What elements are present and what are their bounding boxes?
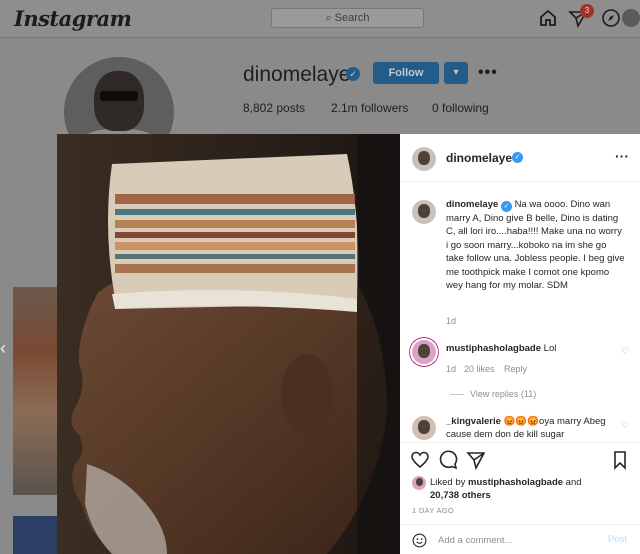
comment-1-time[interactable]: 1d	[446, 364, 456, 374]
comment-1-text: Lol	[543, 343, 557, 354]
share-paper-plane-icon[interactable]	[466, 450, 486, 470]
caption-time[interactable]: 1d	[446, 316, 456, 326]
add-comment-input[interactable]	[438, 533, 588, 548]
author-username[interactable]: dinomelaye	[446, 151, 512, 165]
comment-like-heart-icon[interactable]: ♡	[621, 346, 629, 357]
caption-avatar[interactable]	[412, 200, 436, 224]
actions-divider	[400, 442, 640, 443]
post-options-icon[interactable]: ···	[615, 148, 629, 164]
add-comment-bar: Post	[400, 524, 640, 554]
profile-username: dinomelaye	[243, 63, 351, 86]
grid-post-thumbnail[interactable]	[13, 516, 57, 554]
posts-count: 8,802 posts	[243, 101, 306, 115]
caption-text: Na wa oooo. Dino wan marry A, Dino give …	[446, 199, 625, 292]
current-user-avatar[interactable]	[622, 9, 640, 27]
comment-2-username[interactable]: _kingvalerie	[446, 416, 501, 427]
home-icon[interactable]	[538, 8, 558, 28]
more-options-icon[interactable]: •••	[478, 64, 498, 82]
comment-bubble-icon[interactable]	[438, 450, 458, 470]
following-count[interactable]: 0 following	[432, 101, 489, 115]
comment-like-heart-icon[interactable]: ♡	[621, 420, 629, 431]
comment-1: mustiphasholagbade Lol	[446, 342, 556, 355]
post-photo[interactable]	[57, 134, 400, 554]
verified-badge-icon: ✓	[512, 152, 523, 163]
commenter-avatar[interactable]	[412, 340, 436, 364]
post-comment-button[interactable]: Post	[608, 534, 627, 545]
instagram-logo[interactable]: Instagram	[14, 6, 132, 31]
search-placeholder: Search	[334, 12, 370, 24]
comment-1-likes[interactable]: 20 likes	[464, 364, 495, 374]
liked-by-user[interactable]: mustiphasholagbade	[468, 477, 563, 488]
notification-badge: 3	[580, 4, 594, 18]
verified-badge-icon: ✓	[500, 201, 512, 212]
post-modal: dinomelaye ✓ ··· dinomelaye ✓ Na wa oooo…	[57, 134, 640, 554]
post-caption: dinomelaye ✓ Na wa oooo. Dino wan marry …	[446, 198, 626, 292]
commenter-avatar[interactable]	[412, 416, 436, 440]
suggested-dropdown-button[interactable]: ▾	[444, 62, 468, 84]
emoji-smiley-icon[interactable]	[412, 533, 427, 548]
explore-icon[interactable]	[601, 8, 621, 28]
search-input[interactable]: ⌕ Search	[271, 8, 424, 28]
liked-by-prefix: Liked by	[430, 477, 469, 488]
liked-by-and: and	[563, 477, 582, 488]
liker-avatar[interactable]	[412, 476, 426, 490]
post-header: dinomelaye ✓ ···	[400, 134, 640, 182]
save-bookmark-icon[interactable]	[610, 450, 630, 470]
liked-by-text: Liked by mustiphasholagbade and 20,738 o…	[430, 476, 582, 502]
previous-post-arrow-icon[interactable]: ‹	[0, 338, 6, 359]
comment-2: _kingvalerie 😡😡😡oya marry Abeg cause dem…	[446, 415, 616, 442]
view-replies-label: View replies (11)	[470, 389, 537, 399]
grid-post-thumbnail[interactable]	[13, 287, 57, 495]
follow-button[interactable]: Follow	[373, 62, 439, 84]
comment-1-reply-button[interactable]: Reply	[504, 364, 527, 374]
post-date[interactable]: 1 DAY AGO	[412, 506, 454, 515]
followers-count[interactable]: 2.1m followers	[331, 101, 408, 115]
comment-1-username[interactable]: mustiphasholagbade	[446, 343, 541, 354]
caption-username[interactable]: dinomelaye	[446, 199, 498, 210]
view-replies-button[interactable]: View replies (11)	[450, 389, 536, 399]
portrait-illustration	[57, 134, 400, 554]
like-heart-icon[interactable]	[410, 450, 430, 470]
liked-by-others[interactable]: 20,738 others	[430, 490, 491, 501]
verified-badge-icon: ✓	[346, 67, 360, 81]
top-nav-bar: Instagram ⌕ Search 3	[0, 0, 640, 38]
post-details-panel: dinomelaye ✓ ··· dinomelaye ✓ Na wa oooo…	[400, 134, 640, 554]
author-avatar[interactable]	[412, 147, 436, 171]
